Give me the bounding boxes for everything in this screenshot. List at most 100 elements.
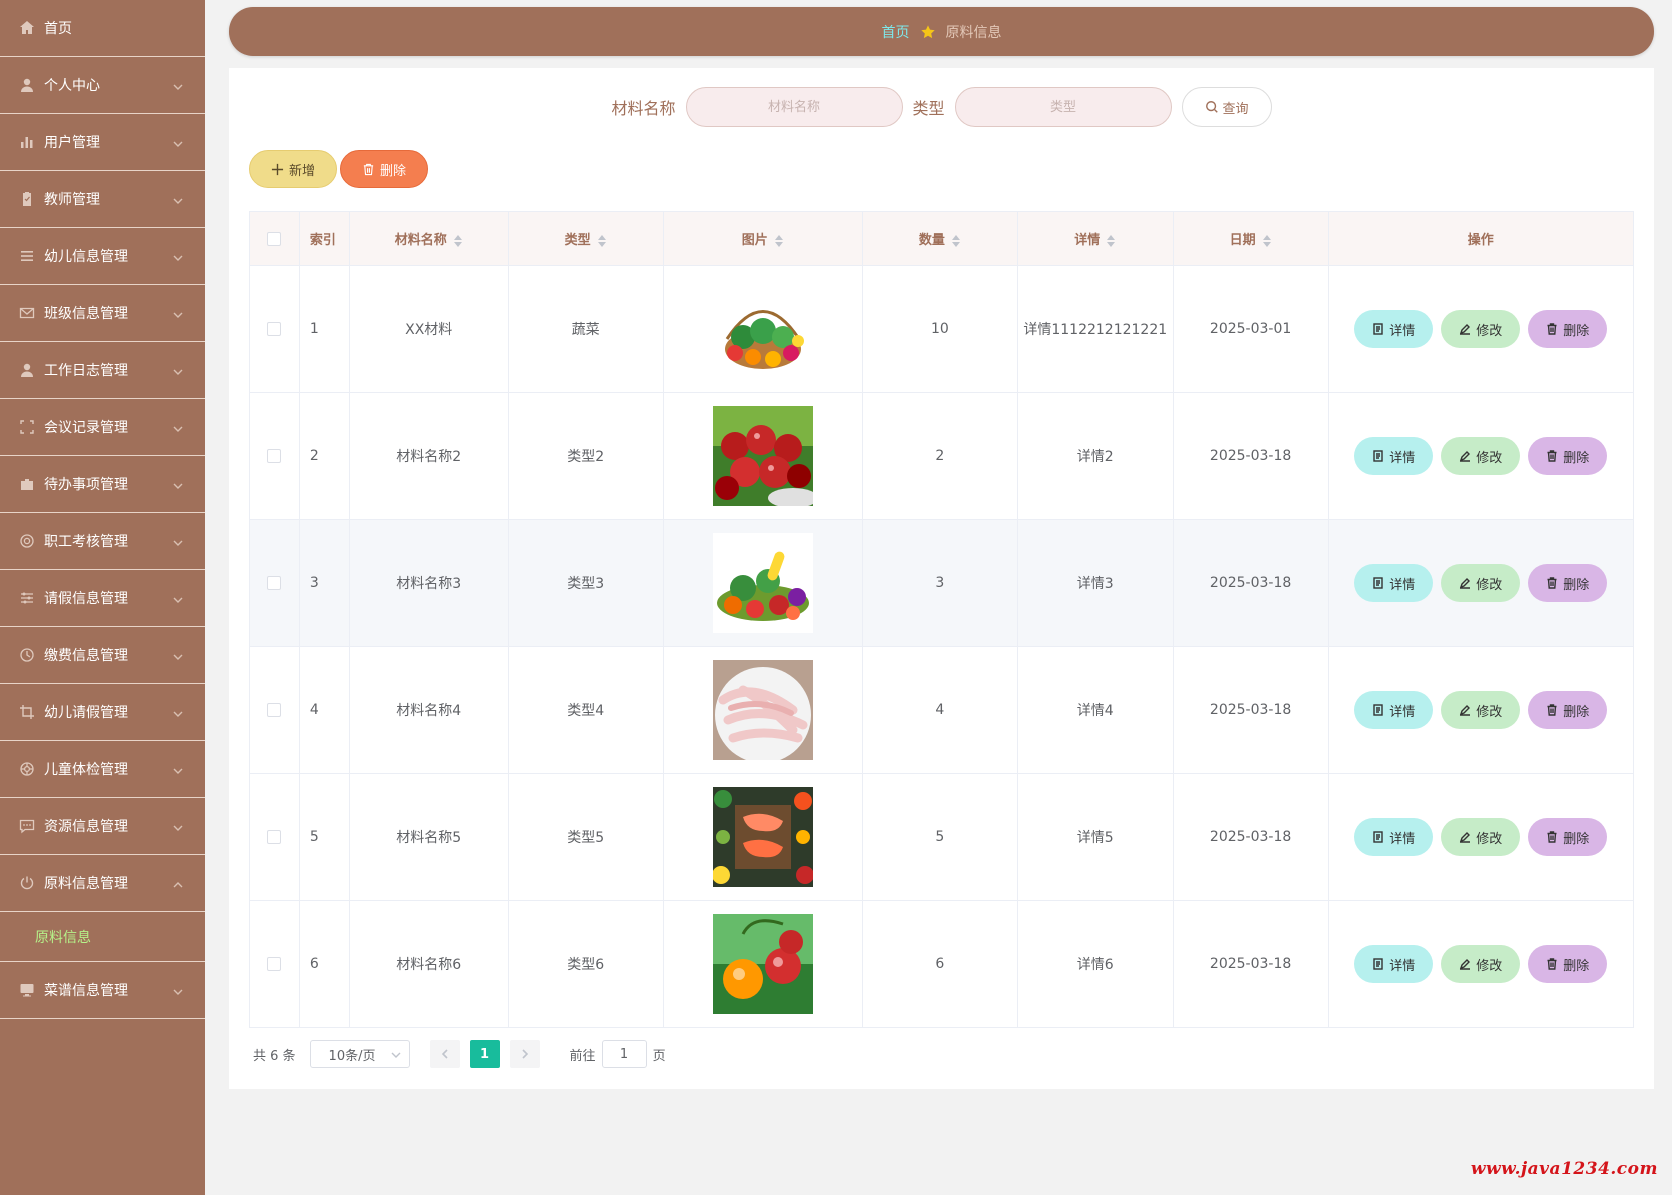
cell-detail: 详情5 — [1016, 773, 1174, 901]
row-edit-button[interactable]: 修改 — [1441, 310, 1521, 348]
page-number-button[interactable]: 1 — [469, 1040, 500, 1068]
sort-icon[interactable] — [1106, 234, 1116, 248]
row-checkbox[interactable] — [267, 830, 282, 844]
table-row[interactable]: 6 材料名称6 类型6 6 详情6 2025-03-18 详情 修改 删除 — [249, 900, 1635, 1028]
row-checkbox[interactable] — [267, 322, 282, 336]
chart-icon — [18, 133, 36, 151]
sort-icon[interactable] — [1262, 234, 1272, 248]
sidebar-item-15[interactable]: 原料信息管理 — [0, 855, 205, 912]
batch-delete-button[interactable]: 删除 — [340, 150, 428, 188]
material-thumbnail[interactable] — [712, 279, 813, 379]
sort-icon[interactable] — [774, 234, 784, 248]
sidebar-item-13[interactable]: 儿童体检管理 — [0, 741, 205, 798]
row-delete-label: 删除 — [1563, 450, 1590, 466]
chevron-down-icon — [173, 821, 183, 831]
page-size-select[interactable]: 10条/页 — [309, 1040, 410, 1068]
table-row[interactable]: 2 材料名称2 类型2 2 详情2 2025-03-18 详情 修改 删除 — [249, 392, 1635, 520]
sort-icon[interactable] — [951, 234, 961, 248]
page-size-value: 10条/页 — [328, 1048, 376, 1064]
prev-page-button[interactable] — [429, 1040, 460, 1068]
breadcrumb-home[interactable]: 首页 — [882, 22, 910, 42]
row-edit-button[interactable]: 修改 — [1441, 945, 1521, 983]
row-delete-button[interactable]: 删除 — [1528, 818, 1608, 856]
row-select-cell — [249, 392, 300, 520]
cell-detail: 详情3 — [1016, 519, 1174, 647]
sidebar-item-7[interactable]: 会议记录管理 — [0, 399, 205, 456]
row-delete-button[interactable]: 删除 — [1528, 310, 1608, 348]
next-page-button[interactable] — [509, 1040, 540, 1068]
sidebar-item-10[interactable]: 请假信息管理 — [0, 570, 205, 627]
type-search-input[interactable] — [954, 87, 1172, 127]
submenu-item-active[interactable]: 原料信息 — [0, 912, 205, 962]
cell-name: 材料名称2 — [348, 392, 509, 520]
row-edit-button[interactable]: 修改 — [1441, 437, 1521, 475]
col-quantity[interactable]: 数量 — [861, 211, 1018, 266]
table-row[interactable]: 1 XX材料 蔬菜 10 详情1112212121221 2025-03-01 详情 修改 删除 — [249, 265, 1635, 393]
sidebar-item-4[interactable]: 幼儿信息管理 — [0, 228, 205, 285]
row-edit-label: 修改 — [1476, 831, 1503, 847]
col-name[interactable]: 材料名称 — [348, 211, 509, 266]
row-delete-button[interactable]: 删除 — [1528, 691, 1608, 729]
sidebar-item-12[interactable]: 幼儿请假管理 — [0, 684, 205, 741]
sidebar-item-0[interactable]: 首页 — [0, 0, 205, 57]
row-select-cell — [249, 646, 300, 774]
sidebar-item-11[interactable]: 缴费信息管理 — [0, 627, 205, 684]
row-detail-button[interactable]: 详情 — [1354, 818, 1434, 856]
sidebar-item-16[interactable]: 菜谱信息管理 — [0, 962, 205, 1019]
row-edit-button[interactable]: 修改 — [1441, 564, 1521, 602]
row-delete-button[interactable]: 删除 — [1528, 437, 1608, 475]
row-delete-button[interactable]: 删除 — [1528, 945, 1608, 983]
row-checkbox[interactable] — [267, 449, 282, 463]
sidebar-item-8[interactable]: 待办事项管理 — [0, 456, 205, 513]
row-delete-button[interactable]: 删除 — [1528, 564, 1608, 602]
material-thumbnail[interactable] — [712, 787, 813, 887]
query-button[interactable]: 查询 — [1181, 87, 1272, 127]
material-thumbnail[interactable] — [712, 914, 813, 1014]
query-button-label: 查询 — [1222, 101, 1249, 117]
document-icon — [1373, 323, 1383, 335]
col-detail[interactable]: 详情 — [1016, 211, 1174, 266]
row-detail-button[interactable]: 详情 — [1354, 945, 1434, 983]
row-checkbox[interactable] — [267, 703, 282, 717]
cell-type: 类型3 — [507, 519, 664, 647]
row-detail-button[interactable]: 详情 — [1354, 310, 1434, 348]
col-image-label: 图片 — [741, 233, 768, 248]
name-search-input[interactable] — [685, 87, 903, 127]
col-date[interactable]: 日期 — [1172, 211, 1329, 266]
row-delete-label: 删除 — [1563, 323, 1590, 339]
table-row[interactable]: 5 材料名称5 类型5 5 详情5 2025-03-18 详情 修改 删除 — [249, 773, 1635, 901]
chat-icon — [18, 817, 36, 835]
material-thumbnail[interactable] — [712, 660, 813, 760]
row-detail-button[interactable]: 详情 — [1354, 437, 1434, 475]
row-checkbox[interactable] — [267, 957, 282, 971]
row-edit-button[interactable]: 修改 — [1441, 818, 1521, 856]
sidebar-item-9[interactable]: 职工考核管理 — [0, 513, 205, 570]
material-thumbnail[interactable] — [712, 406, 813, 506]
sort-icon[interactable] — [597, 234, 607, 248]
row-detail-button[interactable]: 详情 — [1354, 691, 1434, 729]
col-image[interactable]: 图片 — [662, 211, 863, 266]
select-all-checkbox[interactable] — [267, 231, 282, 246]
sidebar-item-14[interactable]: 资源信息管理 — [0, 798, 205, 855]
col-type[interactable]: 类型 — [507, 211, 664, 266]
sort-icon[interactable] — [453, 234, 463, 248]
pencil-icon — [1460, 451, 1471, 462]
sidebar-item-3[interactable]: 教师管理 — [0, 171, 205, 228]
sidebar-item-2[interactable]: 用户管理 — [0, 114, 205, 171]
sidebar-item-6[interactable]: 工作日志管理 — [0, 342, 205, 399]
row-edit-button[interactable]: 修改 — [1441, 691, 1521, 729]
row-checkbox[interactable] — [267, 576, 282, 590]
cell-name: 材料名称3 — [348, 519, 509, 647]
material-thumbnail[interactable] — [712, 533, 813, 633]
row-detail-button[interactable]: 详情 — [1354, 564, 1434, 602]
add-button[interactable]: 新增 — [249, 150, 337, 188]
cell-image — [662, 265, 863, 393]
row-detail-label: 详情 — [1389, 577, 1416, 593]
table-row[interactable]: 3 材料名称3 类型3 3 详情3 2025-03-18 详情 修改 删除 — [249, 519, 1635, 647]
goto-page-input[interactable] — [601, 1040, 647, 1068]
table-row[interactable]: 4 材料名称4 类型4 4 详情4 2025-03-18 详情 修改 删除 — [249, 646, 1635, 774]
type-label: 类型 — [912, 99, 945, 118]
sidebar-item-5[interactable]: 班级信息管理 — [0, 285, 205, 342]
row-edit-label: 修改 — [1476, 450, 1503, 466]
sidebar-item-1[interactable]: 个人中心 — [0, 57, 205, 114]
